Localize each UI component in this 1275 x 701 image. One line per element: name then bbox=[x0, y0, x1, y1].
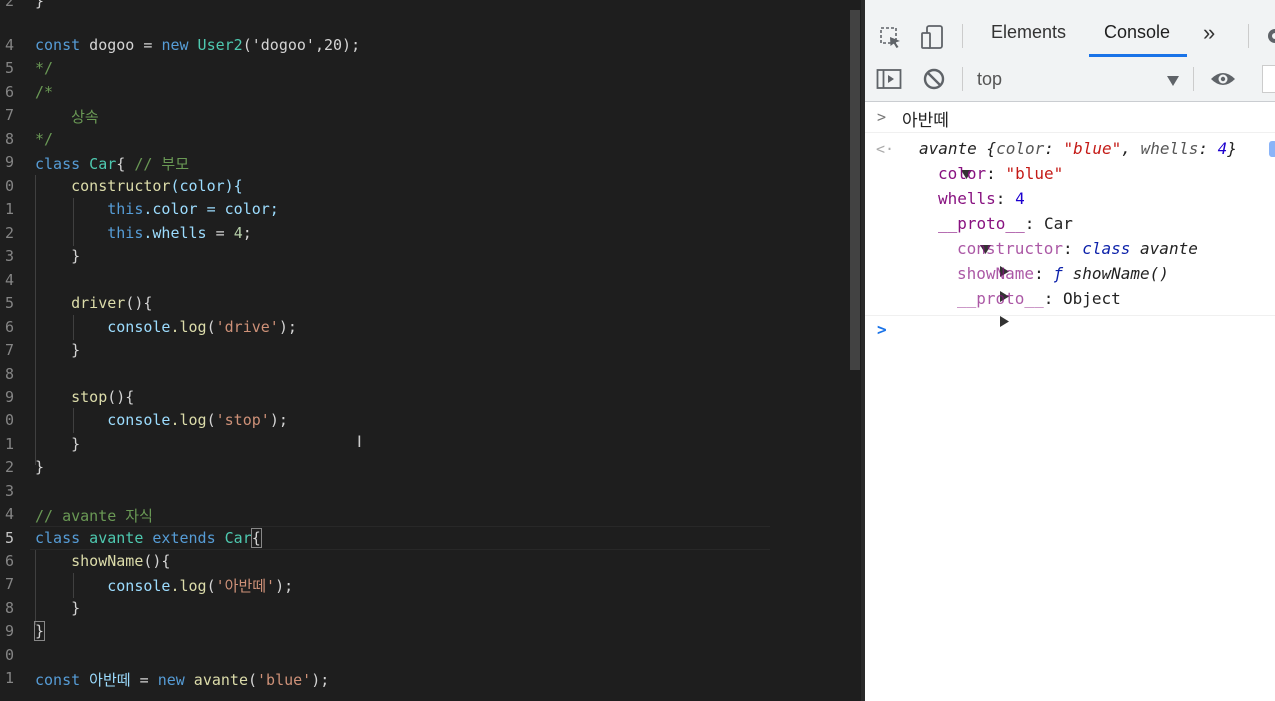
line-number: 4 bbox=[4, 505, 14, 523]
code-line: } bbox=[35, 458, 45, 476]
toolbar-separator bbox=[962, 67, 963, 91]
code-line: class avante extends Car{ bbox=[35, 528, 262, 548]
code-line: } bbox=[35, 0, 45, 10]
code-line: stop(){ bbox=[71, 388, 135, 406]
input-echo-chevron-icon: > bbox=[877, 108, 887, 126]
settings-gear-icon[interactable] bbox=[1265, 26, 1275, 50]
line-number: 4 bbox=[4, 36, 14, 54]
property-showname[interactable]: showName: ƒ showName() bbox=[957, 264, 1169, 283]
code-line: /* bbox=[35, 83, 54, 101]
line-number: 7 bbox=[4, 106, 14, 124]
code-line: } bbox=[71, 341, 81, 359]
line-number: 5 bbox=[4, 59, 14, 77]
line-number: 2 bbox=[4, 458, 14, 476]
clear-console-icon[interactable] bbox=[922, 67, 946, 95]
line-number: 3 bbox=[4, 247, 14, 265]
toolbar-separator bbox=[1193, 67, 1194, 91]
line-number: 7 bbox=[4, 575, 14, 593]
code-line: console.log('아반떼'); bbox=[107, 577, 294, 595]
context-selector[interactable]: top bbox=[977, 69, 1002, 90]
info-icon[interactable] bbox=[1269, 141, 1275, 157]
code-line: class Car{ // 부모 bbox=[35, 155, 190, 173]
line-number: 8 bbox=[4, 365, 14, 383]
line-number: 7 bbox=[4, 341, 14, 359]
line-number: 5 bbox=[4, 529, 14, 547]
line-number: 9 bbox=[4, 622, 14, 640]
line-number: 1 bbox=[4, 200, 14, 218]
text-cursor-icon: I bbox=[357, 432, 362, 451]
line-number: 0 bbox=[4, 177, 14, 195]
line-number: 8 bbox=[4, 130, 14, 148]
code-line: // avante 자식 bbox=[35, 507, 153, 525]
property-constructor[interactable]: constructor: class avante bbox=[957, 239, 1198, 258]
show-sidebar-icon[interactable] bbox=[876, 67, 902, 95]
line-number: 5 bbox=[4, 294, 14, 312]
line-number: 1 bbox=[4, 435, 14, 453]
code-line: showName(){ bbox=[71, 552, 171, 570]
code-line: } bbox=[33, 621, 46, 641]
filter-input[interactable] bbox=[1262, 65, 1275, 93]
line-number: 6 bbox=[4, 552, 14, 570]
code-line: } bbox=[71, 435, 81, 453]
code-line: this.color = color; bbox=[107, 200, 279, 218]
tab-console[interactable]: Console bbox=[1104, 22, 1170, 43]
line-number: 0 bbox=[4, 646, 14, 664]
tab-elements[interactable]: Elements bbox=[991, 22, 1066, 43]
line-number: 2 bbox=[4, 0, 14, 10]
code-line: this.whells = 4; bbox=[107, 224, 252, 242]
toolbar-separator bbox=[1248, 24, 1249, 48]
code-line: */ bbox=[35, 130, 54, 148]
devtools-tabbar: Elements Console » bbox=[865, 0, 1275, 58]
line-number: 2 bbox=[4, 224, 14, 242]
code-editor[interactable]: 2 4 5 6 7 8 9 0 1 2 3 4 5 6 7 8 9 0 1 2 … bbox=[0, 0, 850, 701]
code-line: } bbox=[71, 247, 81, 265]
code-line: 상속 bbox=[35, 108, 99, 126]
console-toolbar: top bbox=[865, 57, 1275, 102]
console-prompt-icon: > bbox=[877, 320, 887, 339]
line-number: 6 bbox=[4, 83, 14, 101]
more-tabs-icon[interactable]: » bbox=[1203, 20, 1215, 46]
code-line: driver(){ bbox=[71, 294, 153, 312]
line-number: 1 bbox=[4, 669, 14, 687]
code-line: */ bbox=[35, 59, 54, 77]
inspect-element-icon[interactable] bbox=[879, 26, 903, 54]
line-number: 4 bbox=[4, 271, 14, 289]
editor-scrollbar[interactable] bbox=[850, 0, 861, 701]
code-line: console.log('stop'); bbox=[107, 411, 288, 429]
live-expression-eye-icon[interactable] bbox=[1209, 69, 1237, 93]
code-line: const dogoo = new User2('dogoo',20); bbox=[35, 36, 361, 54]
line-number: 3 bbox=[4, 482, 14, 500]
line-number: 9 bbox=[4, 388, 14, 406]
console-input[interactable] bbox=[895, 318, 1270, 344]
console-row-divider bbox=[865, 315, 1275, 316]
code-line: constructor(color){ bbox=[71, 177, 243, 195]
return-value-arrow-icon: <· bbox=[876, 140, 895, 158]
line-number: 0 bbox=[4, 411, 14, 429]
code-line: const 아반떼 = new avante('blue'); bbox=[35, 671, 330, 689]
console-input-echo: 아반떼 bbox=[902, 111, 949, 131]
chevron-down-icon[interactable] bbox=[1166, 72, 1180, 91]
device-toolbar-icon[interactable] bbox=[920, 24, 946, 54]
line-number: 9 bbox=[4, 153, 14, 171]
scrollbar-thumb[interactable] bbox=[850, 10, 860, 370]
line-number: 6 bbox=[4, 318, 14, 336]
object-preview[interactable]: avante {color: "blue", whells: 4} bbox=[919, 139, 1237, 158]
property-whells: whells: 4 bbox=[938, 189, 1025, 208]
property-proto-object[interactable]: __proto__: Object bbox=[957, 289, 1121, 308]
devtools-panel: Elements Console » top > 아반떼 <· avante {… bbox=[865, 0, 1275, 701]
toolbar-separator bbox=[962, 24, 963, 48]
code-line: console.log('drive'); bbox=[107, 318, 297, 336]
property-color: color: "blue" bbox=[938, 164, 1064, 183]
console-row-divider bbox=[865, 132, 1275, 133]
property-proto[interactable]: __proto__: Car bbox=[938, 214, 1073, 233]
line-number: 8 bbox=[4, 599, 14, 617]
code-line: } bbox=[71, 599, 81, 617]
